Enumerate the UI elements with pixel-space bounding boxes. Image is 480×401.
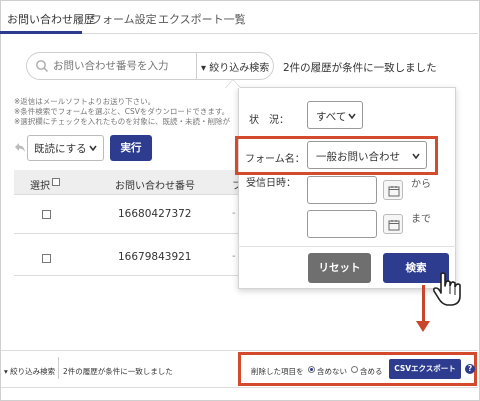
tab-inquiry-history[interactable]: お問い合わせ履歴	[7, 11, 95, 27]
date-to-calendar-button[interactable]	[383, 214, 403, 234]
tab-export-list[interactable]: エクスポート一覧	[158, 11, 246, 27]
column-header-select: 選択	[30, 181, 50, 192]
status-select-value: すべて	[316, 111, 347, 123]
inquiry-number[interactable]: 16679843921	[118, 251, 192, 263]
date-from-suffix: から	[411, 179, 431, 190]
calendar-icon	[388, 186, 400, 197]
date-to-suffix: まで	[411, 214, 431, 225]
date-from-input[interactable]	[307, 176, 377, 204]
csv-export-button[interactable]: CSVエクスポート	[389, 359, 461, 379]
note-line: ※返信はメールソフトよりお送り下さい。	[14, 97, 156, 106]
date-to-input[interactable]	[307, 210, 377, 238]
reply-arrow-icon	[15, 143, 25, 152]
row-divider	[14, 275, 246, 276]
row-checkbox[interactable]	[42, 254, 51, 263]
guide-arrow-line	[422, 285, 425, 323]
row-divider	[14, 194, 246, 195]
chevron-down-icon	[348, 113, 356, 120]
bulk-action-value: 既読にする	[34, 143, 87, 155]
form-cell: -	[232, 251, 236, 262]
table-header: 選択 お問い合わせ番号 フ	[14, 170, 246, 194]
guide-arrow-head	[416, 321, 430, 332]
search-icon	[36, 60, 48, 72]
row-divider	[14, 233, 246, 234]
bottom-divider	[58, 357, 59, 379]
help-icon[interactable]: ?	[465, 364, 475, 374]
tab-form-settings[interactable]: フォーム設定	[91, 11, 157, 27]
calendar-icon	[388, 220, 400, 231]
result-count-text: 2件の履歴が条件に一致しました	[283, 62, 437, 74]
radio-include-deleted[interactable]	[351, 366, 358, 373]
deleted-items-label: 削除した項目を	[251, 367, 304, 376]
hand-cursor-icon	[432, 272, 461, 306]
search-divider	[196, 53, 197, 79]
panel-caret-inner	[226, 80, 240, 88]
row-checkbox[interactable]	[42, 210, 51, 219]
chevron-down-icon	[89, 145, 97, 152]
radio-exclude-deleted[interactable]	[308, 366, 315, 373]
status-label: 状 況：	[249, 115, 289, 126]
inquiry-number-search-input[interactable]	[53, 58, 213, 74]
run-button[interactable]: 実行	[110, 135, 152, 161]
active-tab-indicator	[0, 31, 82, 34]
radio-exclude-label: 含めない	[317, 367, 347, 376]
note-line: ※条件検索でフォームを選ぶと、CSVをダウンロードできます。	[14, 107, 230, 116]
bottom-result-text: 2件の履歴が条件に一致しました	[63, 367, 173, 376]
tab-bar: お問い合わせ履歴 フォーム設定 エクスポート一覧	[0, 0, 478, 34]
status-select[interactable]: すべて	[307, 101, 363, 129]
note-line: ※選択欄にチェックを入れたものを対象に、既読・未読・削除が	[14, 117, 231, 126]
bulk-action-select[interactable]: 既読にする	[27, 135, 104, 161]
panel-divider	[238, 246, 456, 247]
bottom-filter-search-toggle[interactable]: ▾ 絞り込み検索	[4, 366, 55, 377]
filter-search-toggle[interactable]: ▾ 絞り込み検索	[201, 59, 269, 74]
form-name-highlight	[235, 136, 438, 175]
radio-include-label: 含める	[360, 367, 383, 376]
form-cell: -	[232, 208, 236, 219]
notes: ※返信はメールソフトよりお送り下さい。 ※条件検索でフォームを選ぶと、CSVをダ…	[14, 97, 230, 127]
select-all-checkbox[interactable]	[52, 178, 60, 186]
inquiry-number[interactable]: 16680427372	[118, 208, 192, 220]
date-from-calendar-button[interactable]	[383, 180, 403, 200]
search-bar: ▾ 絞り込み検索	[26, 52, 274, 80]
reset-button[interactable]: リセット	[308, 253, 371, 283]
received-date-label: 受信日時：	[246, 178, 296, 189]
column-header-inquiry-number: お問い合わせ番号	[115, 181, 195, 192]
